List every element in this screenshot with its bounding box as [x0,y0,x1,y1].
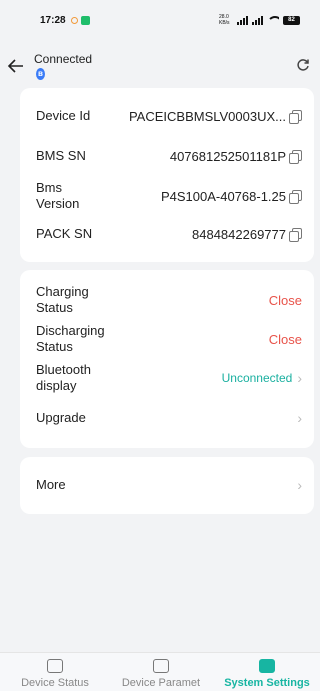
bms-sn-value: 407681252501181P [169,148,286,164]
device-id-value: PACEICBBMSLV0003UX... [128,108,286,124]
discharging-status-row[interactable]: Discharging Status Close [36,323,302,355]
upgrade-row[interactable]: Upgrade › [36,410,302,426]
notification-icons [70,15,90,25]
storage-icon [47,659,63,673]
message-icon [80,15,90,25]
status-time: 17:28 [40,14,66,26]
more-row[interactable]: More › [36,477,302,493]
status-bar: 17:28 28.0 KB/s 82 [0,0,320,40]
copy-icon[interactable] [289,109,302,124]
copy-icon[interactable] [289,149,302,164]
signal-icon [237,15,248,25]
signal-icon-2 [252,15,263,25]
pack-sn-value: 8484842269777 [192,226,286,242]
more-card[interactable]: More › [20,457,314,514]
chevron-right-icon: › [297,410,302,426]
back-button[interactable] [4,54,28,78]
copy-icon[interactable] [289,189,302,204]
chevron-right-icon: › [297,477,302,493]
network-speed: 28.0 KB/s [219,14,230,26]
more-label: More [36,477,66,492]
bms-version-label: Bms Version [36,180,80,211]
discharging-status-label: Discharging Status [36,323,105,354]
pack-sn-row: PACK SN 8484842269777 [36,226,302,242]
bottom-tab-bar: Device Status Device Paramet System Sett… [0,652,320,691]
charging-status-label: Charging Status [36,284,89,315]
chevron-right-icon: › [297,370,302,386]
tab-device-parameters[interactable]: Device Paramet [106,659,216,689]
bluetooth-icon: ʙ [36,68,45,80]
pack-sn-label: PACK SN [36,226,93,241]
settings-icon [259,659,275,673]
tab-device-status[interactable]: Device Status [0,659,110,689]
tab-label: Device Paramet [121,677,201,689]
bms-sn-row: BMS SN 407681252501181P [36,148,302,164]
device-id-label: Device Id [36,108,91,123]
bms-sn-label: BMS SN [36,148,86,163]
bms-version-row: Bms Version P4S100A-40768-1.25 [36,180,302,212]
copy-icon[interactable] [289,227,302,242]
bluetooth-display-value: Unconnected [221,371,293,385]
battery-icon: 82 [283,15,300,25]
tab-label: System Settings [224,677,310,689]
tab-system-settings[interactable]: System Settings [212,659,320,689]
bms-version-value: P4S100A-40768-1.25 [160,188,286,204]
refresh-button[interactable] [294,56,312,74]
bluetooth-display-row[interactable]: Bluetooth display Unconnected › [36,362,302,394]
bluetooth-display-label: Bluetooth display [36,362,91,393]
back-arrow-icon [7,59,23,73]
device-info-card: Device Id PACEICBBMSLV0003UX... BMS SN 4… [20,88,314,262]
charging-status-row[interactable]: Charging Status Close [36,284,302,316]
upgrade-label: Upgrade [36,410,86,425]
chart-icon [153,659,169,673]
connection-status: Connected [34,52,93,66]
discharging-status-value[interactable]: Close [269,332,302,347]
settings-card: Charging Status Close Discharging Status… [20,270,314,448]
refresh-icon [297,59,309,71]
charging-status-value[interactable]: Close [269,293,302,308]
device-id-row: Device Id PACEICBBMSLV0003UX... [36,108,302,124]
tab-label: Device Status [21,677,89,689]
wifi-icon [267,15,279,25]
notification-icon [70,16,78,24]
app-header: Connected ʙ [0,46,320,86]
status-right-icons: 28.0 KB/s 82 [219,14,300,26]
